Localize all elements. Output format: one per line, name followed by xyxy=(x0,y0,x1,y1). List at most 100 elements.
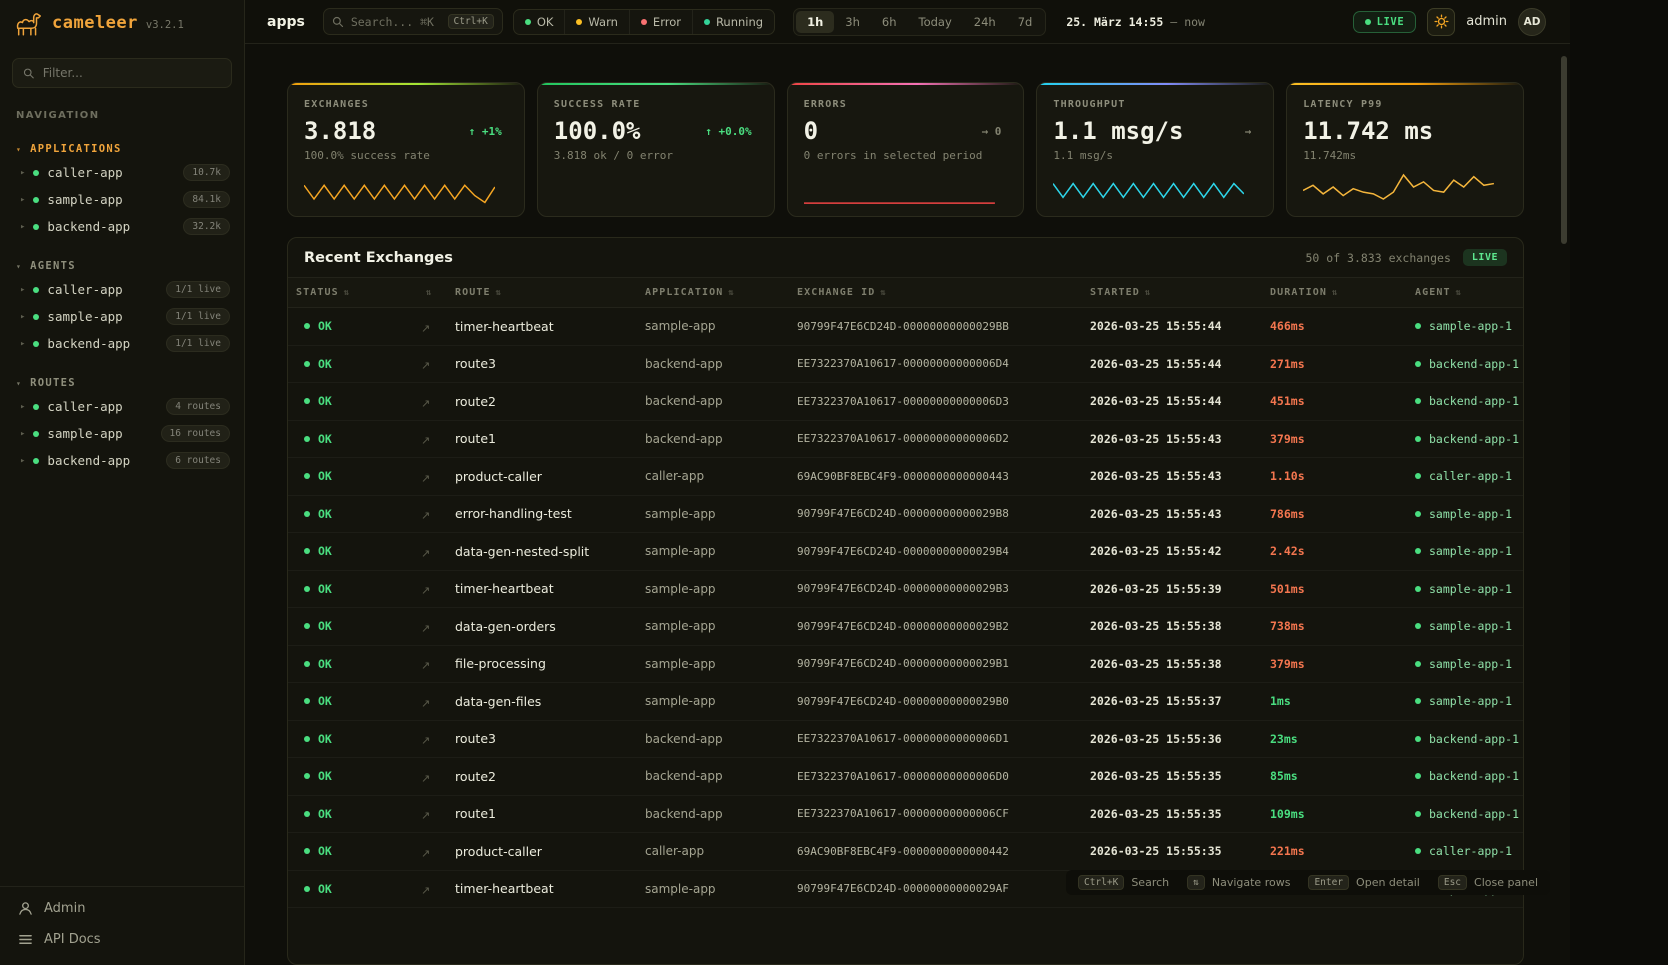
stat-sparkline xyxy=(1303,166,1494,208)
exchange-row[interactable]: OK ↗ route3 backend-app EE7322370A10617-… xyxy=(288,720,1523,758)
table-header-row: STATUS⇅ ⇅ ROUTE⇅ APPLICATION⇅ EXCHANGE I… xyxy=(288,278,1523,308)
trace-link-icon[interactable]: ↗ xyxy=(421,434,430,447)
trace-link-icon[interactable]: ↗ xyxy=(421,509,430,522)
trace-link-icon[interactable]: ↗ xyxy=(421,547,430,560)
exchange-row[interactable]: OK ↗ file-processing sample-app 90799F47… xyxy=(288,645,1523,683)
nav-item-badge: 1/1 live xyxy=(166,335,230,352)
stat-label: SUCCESS RATE xyxy=(554,99,758,110)
nav-item[interactable]: ▸ caller-app 1/1 live xyxy=(0,276,244,303)
status-filter-chip[interactable]: Warn xyxy=(564,10,629,34)
exchange-row[interactable]: OK ↗ data-gen-nested-split sample-app 90… xyxy=(288,533,1523,571)
exchange-row[interactable]: OK ↗ data-gen-files sample-app 90799F47E… xyxy=(288,683,1523,721)
exchange-row[interactable]: OK ↗ route1 backend-app EE7322370A10617-… xyxy=(288,795,1523,833)
row-started: 2026-03-25 15:55:39 xyxy=(1082,570,1262,608)
column-header[interactable]: DURATION⇅ xyxy=(1262,278,1407,308)
nav-item[interactable]: ▸ sample-app 16 routes xyxy=(0,420,244,447)
nav-item-label: sample-app xyxy=(47,426,122,441)
status-dot xyxy=(33,170,39,176)
trace-link-icon[interactable]: ↗ xyxy=(421,772,430,785)
nav-item[interactable]: ▸ backend-app 6 routes xyxy=(0,447,244,474)
trace-link-icon[interactable]: ↗ xyxy=(421,622,430,635)
exchange-row[interactable]: OK ↗ route1 backend-app EE7322370A10617-… xyxy=(288,420,1523,458)
exchange-row[interactable]: OK ↗ timer-heartbeat sample-app 90799F47… xyxy=(288,308,1523,346)
time-range-button[interactable]: 24h xyxy=(963,11,1007,33)
exchange-row[interactable]: OK ↗ route3 backend-app EE7322370A10617-… xyxy=(288,345,1523,383)
exchange-row[interactable]: OK ↗ product-caller caller-app 69AC90BF8… xyxy=(288,458,1523,496)
stat-value: 11.742 ms xyxy=(1303,117,1433,145)
sidebar-item-api-docs[interactable]: API Docs xyxy=(0,924,244,955)
row-application: sample-app xyxy=(637,533,789,571)
row-started: 2026-03-25 15:55:38 xyxy=(1082,608,1262,646)
trace-link-icon[interactable]: ↗ xyxy=(421,809,430,822)
exchange-row[interactable]: OK ↗ error-handling-test sample-app 9079… xyxy=(288,495,1523,533)
live-toggle[interactable]: LIVE xyxy=(1353,11,1417,33)
date-range[interactable]: 25. März 14:55 — now xyxy=(1066,15,1205,29)
column-header[interactable]: STARTED⇅ xyxy=(1082,278,1262,308)
nav-item[interactable]: ▸ caller-app 4 routes xyxy=(0,393,244,420)
scrollbar-thumb[interactable] xyxy=(1561,56,1567,244)
scrollbar[interactable] xyxy=(1561,48,1567,959)
nav-section: ▾ APPLICATIONS ▸ caller-app 10.7k ▸ samp… xyxy=(0,139,244,240)
row-started: 2026-03-25 15:55:43 xyxy=(1082,420,1262,458)
status-filter-chip[interactable]: Error xyxy=(629,10,692,34)
trace-link-icon[interactable]: ↗ xyxy=(421,397,430,410)
trace-link-icon[interactable]: ↗ xyxy=(421,359,430,372)
status-filter-chip[interactable]: OK xyxy=(514,10,565,34)
search-input[interactable] xyxy=(351,15,441,29)
row-route: data-gen-files xyxy=(447,683,637,721)
trace-link-icon[interactable]: ↗ xyxy=(421,472,430,485)
column-header[interactable]: EXCHANGE ID⇅ xyxy=(789,278,1082,308)
row-status-label: OK xyxy=(318,657,332,671)
global-search[interactable]: Ctrl+K xyxy=(323,8,503,35)
chip-label: Running xyxy=(716,15,763,29)
row-exchange-id: EE7322370A10617-00000000000006D0 xyxy=(789,758,1082,796)
exchange-row[interactable]: OK ↗ product-caller caller-app 69AC90BF8… xyxy=(288,833,1523,871)
nav-item[interactable]: ▸ backend-app 32.2k xyxy=(0,213,244,240)
time-range-button[interactable]: 3h xyxy=(834,11,871,33)
column-header[interactable]: ⇅ xyxy=(413,278,447,308)
column-header[interactable]: AGENT⇅ xyxy=(1407,278,1523,308)
row-agent-label: sample-app-1 xyxy=(1429,582,1512,596)
trace-link-icon[interactable]: ↗ xyxy=(421,884,430,897)
exchange-row[interactable]: OK ↗ route2 backend-app EE7322370A10617-… xyxy=(288,383,1523,421)
time-range-button[interactable]: 1h xyxy=(796,11,834,33)
exchange-row[interactable]: OK ↗ route2 backend-app EE7322370A10617-… xyxy=(288,758,1523,796)
column-header[interactable]: STATUS⇅ xyxy=(288,278,413,308)
filter-input[interactable] xyxy=(43,66,221,80)
row-status-label: OK xyxy=(318,769,332,783)
row-exchange-id: EE7322370A10617-00000000000006D3 xyxy=(789,383,1082,421)
sidebar-filter[interactable] xyxy=(12,58,232,88)
column-header[interactable]: APPLICATION⇅ xyxy=(637,278,789,308)
nav-section-header[interactable]: ▾ ROUTES xyxy=(0,373,244,393)
avatar[interactable]: AD xyxy=(1518,8,1546,36)
agent-dot xyxy=(1415,736,1421,742)
column-label: ROUTE xyxy=(455,287,491,298)
theme-toggle-button[interactable] xyxy=(1427,8,1455,36)
chevron-right-icon: ▸ xyxy=(20,402,25,412)
trace-link-icon[interactable]: ↗ xyxy=(421,659,430,672)
stat-accent-bar xyxy=(288,83,524,85)
exchange-row[interactable]: OK ↗ timer-heartbeat sample-app 90799F47… xyxy=(288,570,1523,608)
nav-section-header[interactable]: ▾ AGENTS xyxy=(0,256,244,276)
chip-dot xyxy=(641,19,647,25)
hint-key: ⇅ xyxy=(1187,875,1205,890)
status-filter-chip[interactable]: Running xyxy=(692,10,774,34)
agent-dot xyxy=(1415,848,1421,854)
trace-link-icon[interactable]: ↗ xyxy=(421,697,430,710)
nav-item[interactable]: ▸ sample-app 84.1k xyxy=(0,186,244,213)
row-application: backend-app xyxy=(637,795,789,833)
exchange-row[interactable]: OK ↗ data-gen-orders sample-app 90799F47… xyxy=(288,608,1523,646)
time-range-button[interactable]: 6h xyxy=(871,11,908,33)
trace-link-icon[interactable]: ↗ xyxy=(421,734,430,747)
time-range-button[interactable]: Today xyxy=(908,11,963,33)
nav-section-header[interactable]: ▾ APPLICATIONS xyxy=(0,139,244,159)
column-header[interactable]: ROUTE⇅ xyxy=(447,278,637,308)
trace-link-icon[interactable]: ↗ xyxy=(421,322,430,335)
nav-item[interactable]: ▸ backend-app 1/1 live xyxy=(0,330,244,357)
nav-item[interactable]: ▸ sample-app 1/1 live xyxy=(0,303,244,330)
trace-link-icon[interactable]: ↗ xyxy=(421,584,430,597)
trace-link-icon[interactable]: ↗ xyxy=(421,847,430,860)
nav-item[interactable]: ▸ caller-app 10.7k xyxy=(0,159,244,186)
sidebar-item-admin[interactable]: Admin xyxy=(0,893,244,924)
time-range-button[interactable]: 7d xyxy=(1007,11,1044,33)
